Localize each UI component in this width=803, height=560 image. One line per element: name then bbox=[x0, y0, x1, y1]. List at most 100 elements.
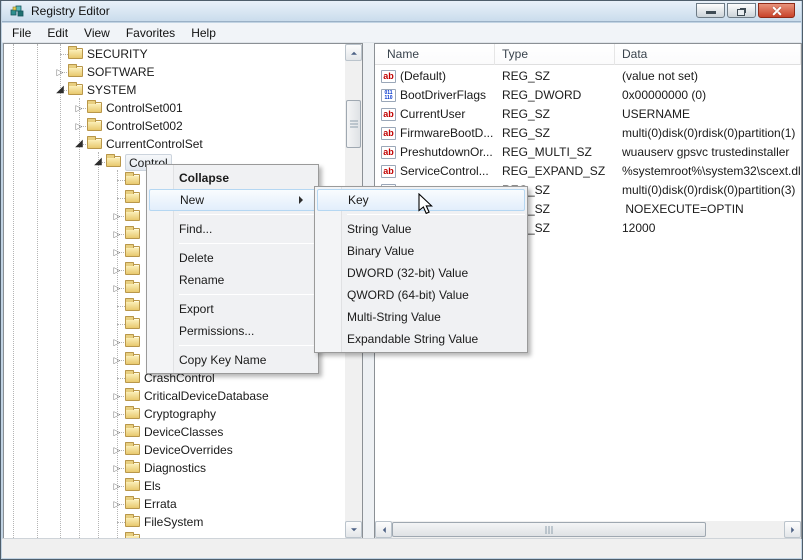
menu-item-label: Expandable String Value bbox=[347, 332, 479, 346]
tree-item-diagnostics[interactable]: ▷ Diagnostics bbox=[4, 459, 362, 477]
tree-item-label: FileSystem bbox=[144, 515, 204, 529]
tree-item-controlset001[interactable]: ▷ ControlSet001 bbox=[4, 99, 362, 117]
menu-help[interactable]: Help bbox=[183, 24, 224, 42]
expand-arrow-icon[interactable]: ▷ bbox=[110, 262, 124, 278]
collapse-arrow-icon[interactable]: ◢ bbox=[91, 154, 105, 170]
menu-item-new[interactable]: New bbox=[149, 189, 316, 211]
tree-item-filesystem[interactable]: FileSystem bbox=[4, 513, 362, 531]
expand-arrow-icon[interactable]: ▷ bbox=[110, 496, 124, 512]
tree-item-criticaldevicedatabase[interactable]: ▷ CriticalDeviceDatabase bbox=[4, 387, 362, 405]
tree-item-label: DeviceClasses bbox=[144, 425, 224, 439]
menu-item-collapse[interactable]: Collapse bbox=[147, 167, 318, 189]
expand-arrow-icon[interactable]: ▷ bbox=[110, 424, 124, 440]
tree-item-controlset002[interactable]: ▷ ControlSet002 bbox=[4, 117, 362, 135]
menu-item-expandable-string-value[interactable]: Expandable String Value bbox=[315, 328, 527, 350]
value-data: (value not set) bbox=[622, 69, 699, 83]
expand-arrow-icon[interactable]: ▷ bbox=[110, 478, 124, 494]
arrow-right-icon bbox=[790, 526, 797, 533]
tree-item-errata[interactable]: ▷ Errata bbox=[4, 495, 362, 513]
folder-icon bbox=[125, 208, 140, 221]
menu-item-find[interactable]: Find... bbox=[147, 218, 318, 240]
scroll-down-button[interactable] bbox=[345, 521, 362, 538]
expand-arrow-icon[interactable]: ▷ bbox=[110, 280, 124, 296]
menu-item-permissions[interactable]: Permissions... bbox=[147, 320, 318, 342]
menu-item-qword-64-bit-value[interactable]: QWORD (64-bit) Value bbox=[315, 284, 527, 306]
folder-icon bbox=[125, 190, 140, 203]
menu-favorites[interactable]: Favorites bbox=[118, 24, 183, 42]
tree-scrollbar-thumb[interactable] bbox=[346, 100, 361, 148]
minimize-button[interactable] bbox=[696, 3, 725, 18]
tree-item-deviceclasses[interactable]: ▷ DeviceClasses bbox=[4, 423, 362, 441]
collapse-arrow-icon[interactable]: ◢ bbox=[53, 82, 67, 98]
expand-arrow-icon[interactable]: ▷ bbox=[53, 64, 67, 80]
collapse-arrow-icon[interactable]: ◢ bbox=[72, 136, 86, 152]
tree-item-label: Cryptography bbox=[144, 407, 217, 421]
restore-icon bbox=[737, 9, 745, 16]
expand-arrow-icon[interactable]: ▷ bbox=[72, 118, 86, 134]
menu-item-multi-string-value[interactable]: Multi-String Value bbox=[315, 306, 527, 328]
tree-item-security[interactable]: SECURITY bbox=[4, 45, 362, 63]
expand-arrow-icon[interactable]: ▷ bbox=[110, 442, 124, 458]
tree-item-cryptography[interactable]: ▷ Cryptography bbox=[4, 405, 362, 423]
value-name: ServiceControl... bbox=[400, 164, 489, 178]
menu-item-export[interactable]: Export bbox=[147, 298, 318, 320]
expand-arrow-icon[interactable]: ▷ bbox=[110, 388, 124, 404]
menu-view[interactable]: View bbox=[76, 24, 118, 42]
folder-icon bbox=[87, 100, 102, 113]
maximize-button[interactable] bbox=[727, 3, 756, 18]
expand-arrow-icon[interactable]: ▷ bbox=[110, 208, 124, 224]
folder-icon bbox=[125, 442, 140, 455]
menu-item-copy-key-name[interactable]: Copy Key Name bbox=[147, 349, 318, 371]
tree-item-deviceoverrides[interactable]: ▷ DeviceOverrides bbox=[4, 441, 362, 459]
menu-item-binary-value[interactable]: Binary Value bbox=[315, 240, 527, 262]
value-row-firmwarebootd[interactable]: ab FirmwareBootD... REG_SZ multi(0)disk(0)r… bbox=[375, 124, 801, 143]
value-row-currentuser[interactable]: ab CurrentUser REG_SZ USERNAME bbox=[375, 105, 801, 124]
menu-bar: File Edit View Favorites Help bbox=[2, 23, 801, 43]
tree-item-currentcontrolset[interactable]: ◢ CurrentControlSet bbox=[4, 135, 362, 153]
folder-icon bbox=[125, 496, 140, 509]
submenu-arrow-icon bbox=[299, 196, 307, 204]
value-row-bootdriverflags[interactable]: 011 110 BootDriverFlags REG_DWORD 0x00000000… bbox=[375, 86, 801, 105]
folder-icon bbox=[125, 406, 140, 419]
value-row-preshutdownor[interactable]: ab PreshutdownOr... REG_MULTI_SZ wuauserv g… bbox=[375, 143, 801, 162]
folder-icon bbox=[125, 298, 140, 311]
folder-icon bbox=[125, 352, 140, 365]
value-row-default[interactable]: ab (Default) REG_SZ (value not set) bbox=[375, 67, 801, 86]
scroll-right-button[interactable] bbox=[784, 521, 801, 538]
menu-edit[interactable]: Edit bbox=[39, 24, 76, 42]
title-bar[interactable]: Registry Editor bbox=[2, 1, 801, 22]
scroll-up-button[interactable] bbox=[345, 44, 362, 61]
expand-arrow-icon[interactable]: ▷ bbox=[110, 352, 124, 368]
column-header-data[interactable]: Data bbox=[615, 44, 801, 65]
list-horizontal-scrollbar[interactable] bbox=[375, 521, 801, 538]
expand-arrow-icon[interactable]: ▷ bbox=[110, 460, 124, 476]
menu-item-dword-32-bit-value[interactable]: DWORD (32-bit) Value bbox=[315, 262, 527, 284]
list-scrollbar-thumb[interactable] bbox=[392, 522, 706, 537]
arrow-up-icon bbox=[350, 48, 357, 55]
menu-item-label: Copy Key Name bbox=[179, 353, 267, 367]
column-header-type[interactable]: Type bbox=[495, 44, 615, 65]
menu-item-rename[interactable]: Rename bbox=[147, 269, 318, 291]
expand-arrow-icon[interactable]: ▷ bbox=[110, 406, 124, 422]
tree-item-label: CurrentControlSet bbox=[106, 137, 203, 151]
tree-item-software[interactable]: ▷ SOFTWARE bbox=[4, 63, 362, 81]
folder-icon bbox=[125, 172, 140, 185]
column-header-name[interactable]: Name bbox=[375, 44, 495, 65]
expand-arrow-icon[interactable]: ▷ bbox=[72, 100, 86, 116]
expand-arrow-icon[interactable]: ▷ bbox=[110, 226, 124, 242]
tree-item-system[interactable]: ◢ SYSTEM bbox=[4, 81, 362, 99]
menu-file[interactable]: File bbox=[4, 24, 39, 42]
value-row-servicecontrol[interactable]: ab ServiceControl... REG_EXPAND_SZ %systemr… bbox=[375, 162, 801, 181]
tree-item-els[interactable]: ▷ Els bbox=[4, 477, 362, 495]
scroll-left-button[interactable] bbox=[375, 521, 392, 538]
menu-item-label: String Value bbox=[347, 222, 412, 236]
menu-item-string-value[interactable]: String Value bbox=[315, 218, 527, 240]
expand-arrow-icon[interactable]: ▷ bbox=[110, 334, 124, 350]
value-type: REG_SZ bbox=[502, 126, 551, 140]
registry-editor-window: Registry Editor File Edit View Favorites Hel… bbox=[0, 0, 803, 560]
expand-arrow-icon[interactable]: ▷ bbox=[110, 244, 124, 260]
menu-item-delete[interactable]: Delete bbox=[147, 247, 318, 269]
close-button[interactable] bbox=[758, 3, 795, 18]
folder-icon bbox=[125, 280, 140, 293]
string-value-icon: ab bbox=[381, 70, 396, 83]
